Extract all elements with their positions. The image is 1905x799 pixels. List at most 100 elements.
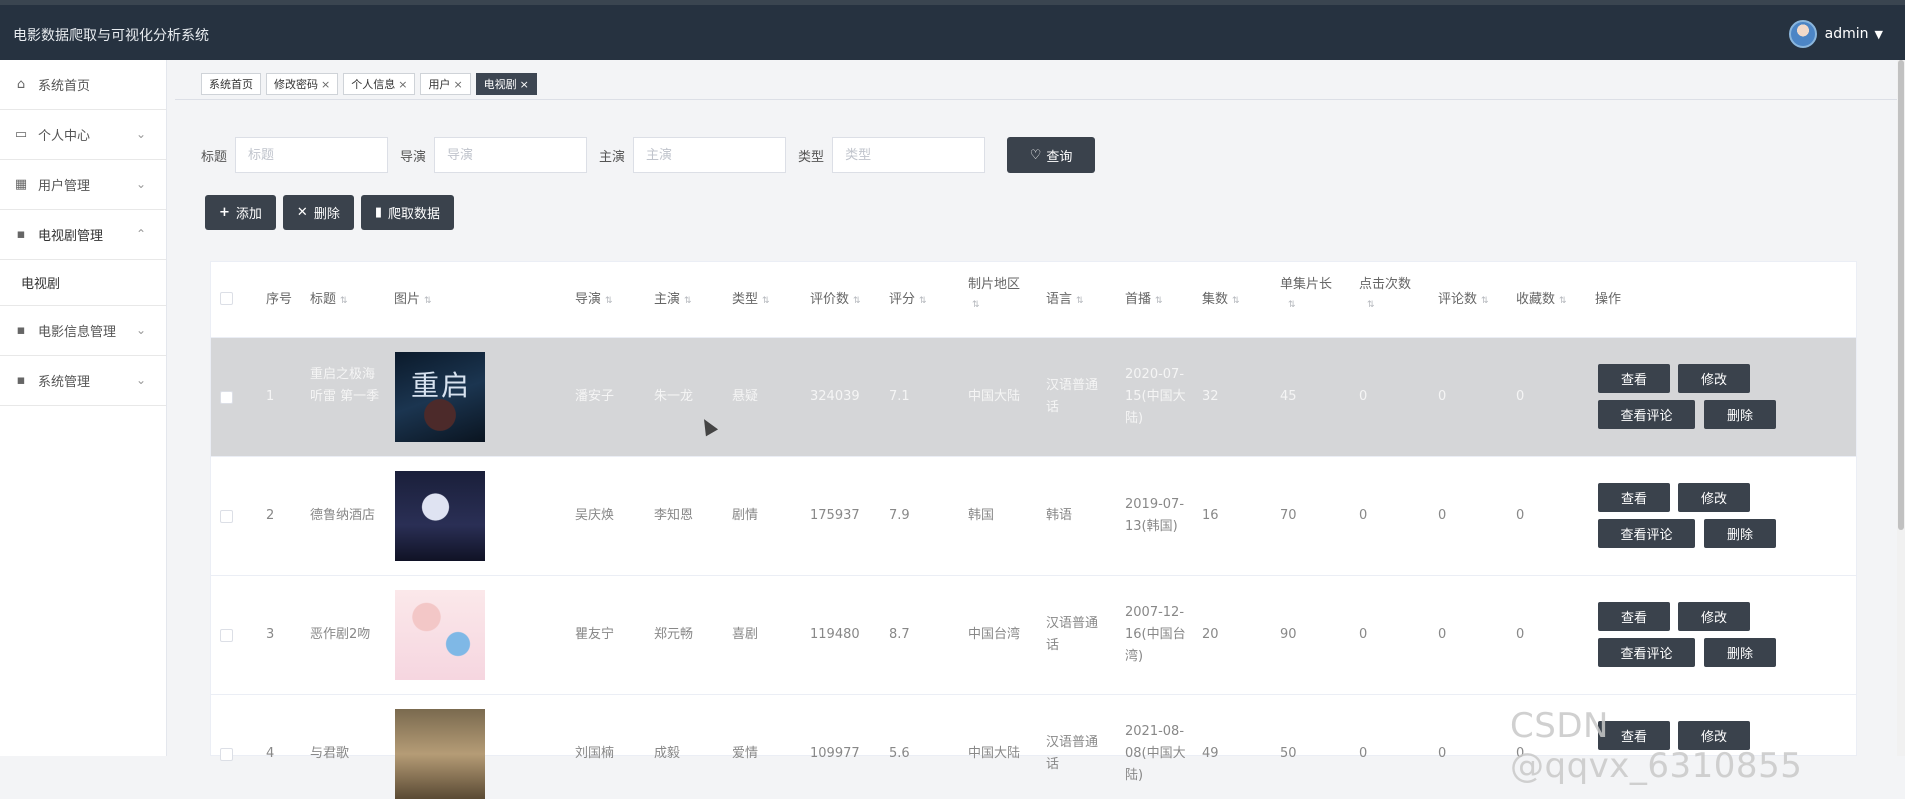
search-button[interactable]: ♡ 查询 bbox=[1007, 137, 1096, 173]
edit-button[interactable]: 修改 bbox=[1678, 602, 1750, 631]
row-delete-button[interactable]: 删除 bbox=[1704, 638, 1776, 667]
col-header[interactable]: 集数 ⇅ bbox=[1202, 290, 1240, 311]
close-icon[interactable]: × bbox=[321, 78, 330, 91]
grid-icon: ▦ bbox=[14, 177, 28, 192]
sort-icon: ⇅ bbox=[1155, 296, 1163, 306]
sidebar-item-profile[interactable]: ▭ 个人中心 ⌄ bbox=[0, 110, 166, 160]
cell-score: 5.6 bbox=[889, 746, 910, 761]
view-button[interactable]: 查看 bbox=[1598, 364, 1670, 393]
col-header[interactable]: 制片地区 ⇅ bbox=[968, 275, 1028, 315]
sidebar-item-users[interactable]: ▦ 用户管理 ⌄ bbox=[0, 160, 166, 210]
user-menu[interactable]: admin ▼ bbox=[1788, 20, 1883, 48]
cell-premiere: 2020-07-15(中国大陆) bbox=[1125, 367, 1186, 426]
edit-button[interactable]: 修改 bbox=[1678, 364, 1750, 393]
table-row[interactable]: 2 德鲁纳酒店 吴庆焕 李知恩 剧情 175937 7.9 韩国 韩语 2019… bbox=[211, 457, 1856, 576]
sidebar: ⌂ 系统首页 ▭ 个人中心 ⌄ ▦ 用户管理 ⌄ ▪ 电视剧管理 ⌃ 电视剧 ▪… bbox=[0, 60, 167, 756]
cell-score: 7.1 bbox=[889, 389, 910, 404]
table-row[interactable]: 3 恶作剧2吻 瞿友宁 郑元畅 喜剧 119480 8.7 中国台湾 汉语普通话… bbox=[211, 576, 1856, 695]
app-title: 电影数据爬取与可视化分析系统 bbox=[13, 28, 209, 44]
cell-score: 7.9 bbox=[889, 508, 910, 523]
col-header[interactable]: 语言 ⇅ bbox=[1046, 290, 1084, 311]
row-delete-button[interactable]: 删除 bbox=[1704, 400, 1776, 429]
col-header[interactable]: 收藏数 ⇅ bbox=[1516, 290, 1567, 311]
edit-button[interactable]: 修改 bbox=[1678, 483, 1750, 512]
view-button[interactable]: 查看 bbox=[1598, 602, 1670, 631]
view-comments-button[interactable]: 查看评论 bbox=[1598, 638, 1695, 667]
sidebar-item-label: 电影信息管理 bbox=[38, 325, 117, 340]
grid-icon: ▪ bbox=[16, 373, 26, 388]
tab-home[interactable]: 系统首页 bbox=[201, 73, 261, 95]
row-checkbox[interactable] bbox=[220, 748, 233, 761]
add-button[interactable]: + 添加 bbox=[205, 195, 276, 230]
tab-tv[interactable]: 电视剧 × bbox=[475, 73, 537, 95]
user-name: admin bbox=[1824, 26, 1869, 42]
col-header[interactable]: 导演 ⇅ bbox=[575, 290, 613, 311]
row-checkbox[interactable] bbox=[220, 510, 233, 523]
caret-down-icon: ▼ bbox=[1874, 27, 1883, 41]
tab-users[interactable]: 用户 × bbox=[420, 73, 471, 95]
actor-input[interactable] bbox=[633, 137, 787, 173]
col-header[interactable]: 评分 ⇅ bbox=[889, 290, 927, 311]
add-button-label: 添加 bbox=[235, 207, 262, 222]
row-checkbox[interactable] bbox=[220, 629, 233, 642]
cell-votes: 175937 bbox=[810, 508, 860, 523]
col-header[interactable]: 点击次数 ⇅ bbox=[1359, 275, 1419, 315]
filter-label-actor: 主演 bbox=[599, 149, 626, 165]
scrollbar-thumb[interactable] bbox=[1898, 60, 1904, 530]
cell-genre: 爱情 bbox=[732, 746, 759, 761]
col-header[interactable]: 主演 ⇅ bbox=[654, 290, 692, 311]
col-header[interactable]: 类型 ⇅ bbox=[732, 290, 770, 311]
crawl-button[interactable]: ▮ 爬取数据 bbox=[360, 195, 455, 230]
sidebar-item-home[interactable]: ⌂ 系统首页 bbox=[0, 60, 166, 110]
genre-input[interactable] bbox=[832, 137, 986, 173]
cell-no: 2 bbox=[266, 508, 275, 523]
row-delete-button[interactable]: 删除 bbox=[1704, 519, 1776, 548]
cell-no: 4 bbox=[266, 746, 275, 761]
row-checkbox[interactable] bbox=[220, 391, 233, 404]
sort-icon: ⇅ bbox=[684, 296, 692, 306]
close-icon[interactable]: × bbox=[453, 78, 462, 91]
view-button[interactable]: 查看 bbox=[1598, 483, 1670, 512]
cell-region: 中国大陆 bbox=[968, 389, 1021, 404]
title-input[interactable] bbox=[235, 137, 389, 173]
col-header[interactable]: 评论数 ⇅ bbox=[1438, 290, 1489, 311]
col-header[interactable]: 评价数 ⇅ bbox=[810, 290, 861, 311]
cell-region: 中国大陆 bbox=[968, 746, 1021, 761]
tab-password[interactable]: 修改密码 × bbox=[266, 73, 339, 95]
col-header[interactable]: 标题 ⇅ bbox=[310, 290, 348, 311]
sidebar-item-movies[interactable]: ▪ 电影信息管理 ⌄ bbox=[0, 306, 166, 356]
delete-button[interactable]: ✕ 删除 bbox=[282, 195, 354, 230]
sidebar-item-system[interactable]: ▪ 系统管理 ⌄ bbox=[0, 356, 166, 406]
cell-episodes: 16 bbox=[1202, 508, 1219, 523]
cell-episodes: 20 bbox=[1202, 627, 1219, 642]
vertical-scrollbar[interactable] bbox=[1897, 60, 1905, 756]
cell-genre: 剧情 bbox=[732, 508, 759, 523]
close-icon[interactable]: × bbox=[520, 78, 529, 91]
cell-clicks: 0 bbox=[1359, 508, 1368, 523]
select-all-checkbox[interactable] bbox=[220, 292, 233, 305]
sidebar-subitem-tv[interactable]: 电视剧 bbox=[0, 260, 166, 306]
tab-label: 电视剧 bbox=[483, 78, 517, 91]
sort-icon: ⇅ bbox=[853, 296, 861, 306]
cell-actor: 朱一龙 bbox=[654, 389, 694, 404]
cell-region: 韩国 bbox=[968, 508, 995, 523]
director-input[interactable] bbox=[434, 137, 588, 173]
cell-length: 90 bbox=[1280, 627, 1297, 642]
tab-profile[interactable]: 个人信息 × bbox=[343, 73, 416, 95]
chevron-down-icon: ⌄ bbox=[135, 323, 146, 337]
poster-image: 重启 bbox=[395, 352, 485, 442]
table-row[interactable]: 1 重启之极海听雷 第一季 重启 潘安子 朱一龙 悬疑 324039 7.1 中… bbox=[211, 338, 1856, 457]
close-icon[interactable]: × bbox=[398, 78, 407, 91]
view-comments-button[interactable]: 查看评论 bbox=[1598, 400, 1695, 429]
grid-icon: ▪ bbox=[16, 323, 26, 338]
col-header[interactable]: 首播 ⇅ bbox=[1125, 290, 1163, 311]
col-header[interactable]: 单集片长 ⇅ bbox=[1280, 275, 1340, 315]
sort-icon: ⇅ bbox=[762, 296, 770, 306]
cell-premiere: 2007-12-16(中国台湾) bbox=[1125, 605, 1186, 664]
filter-label-genre: 类型 bbox=[798, 149, 825, 165]
plus-icon: + bbox=[219, 205, 230, 220]
col-header[interactable]: 图片 ⇅ bbox=[394, 290, 432, 311]
sidebar-item-tv[interactable]: ▪ 电视剧管理 ⌃ bbox=[0, 210, 166, 260]
view-comments-button[interactable]: 查看评论 bbox=[1598, 519, 1695, 548]
chevron-up-icon: ⌃ bbox=[135, 227, 146, 241]
